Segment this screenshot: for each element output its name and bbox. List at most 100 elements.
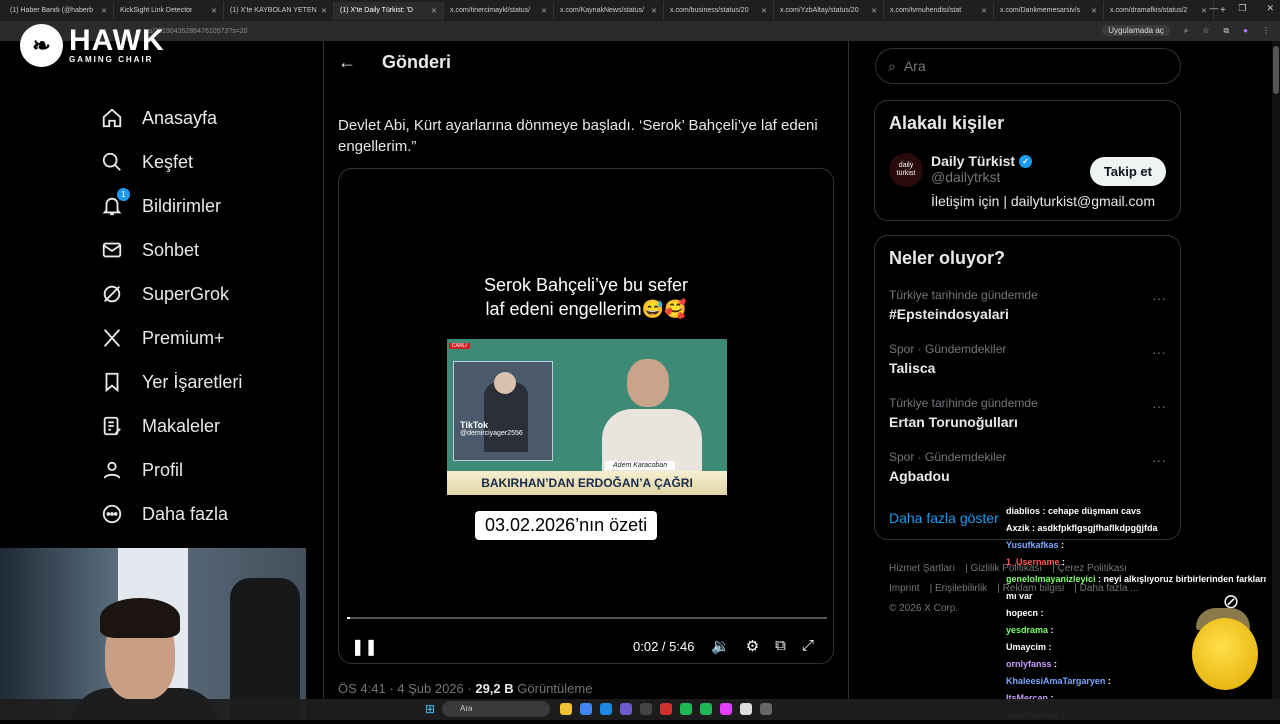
obs-icon[interactable]: [740, 703, 752, 715]
video-progress[interactable]: [347, 617, 827, 619]
close-icon[interactable]: ✕: [1201, 7, 1207, 15]
person-name[interactable]: Daily Türkist: [931, 153, 1015, 169]
chat-username[interactable]: genelolmayanizleyici: [1006, 574, 1096, 584]
taskbar-search[interactable]: Ara: [442, 701, 550, 717]
chat-username[interactable]: KhaleesiAmaTargaryen: [1006, 676, 1105, 686]
browser-tab-active[interactable]: (1) X'te Daily Türkist: 'D ✕: [334, 1, 444, 20]
address-bar[interactable]: us/2019043528647610573?s=20 Uygulamada a…: [0, 21, 1280, 41]
nav-supergrok[interactable]: SuperGrok: [100, 272, 242, 316]
nav-premium[interactable]: Premium+: [100, 316, 242, 360]
close-icon[interactable]: ✕: [981, 7, 987, 15]
browser-tab[interactable]: x.com/business/status/20 ✕: [664, 1, 774, 20]
chat-message: Axzik : asdkfpkflgsgjfhaflkdpgğjfda: [1006, 523, 1158, 533]
nav-bookmarks[interactable]: Yer İşaretleri: [100, 360, 242, 404]
picture-in-picture-icon[interactable]: ⧉: [775, 637, 786, 655]
chat-username[interactable]: 1_Username: [1006, 557, 1060, 567]
scrollbar-thumb[interactable]: [1273, 46, 1279, 94]
search-input[interactable]: ⌕ Ara: [875, 48, 1181, 84]
close-icon[interactable]: ✕: [101, 7, 107, 15]
views-label: Görüntüleme: [517, 681, 593, 696]
open-in-app-button[interactable]: Uygulamada aç: [1102, 25, 1170, 36]
chrome-icon[interactable]: [580, 703, 592, 715]
close-icon[interactable]: ✕: [1091, 7, 1097, 15]
profile-icon[interactable]: ●: [1243, 26, 1248, 35]
nav-articles[interactable]: Makaleler: [100, 404, 242, 448]
chat-username[interactable]: hopecn: [1006, 608, 1038, 618]
maximize-icon[interactable]: ❐: [1238, 3, 1246, 14]
chat-username[interactable]: Umaycim: [1006, 642, 1046, 652]
more-options-icon[interactable]: ···: [1152, 398, 1166, 414]
follow-button[interactable]: Takip et: [1089, 157, 1166, 186]
app-icon[interactable]: [720, 703, 732, 715]
video-player[interactable]: Serok Bahçeli’ye bu sefer laf edeni enge…: [338, 168, 834, 664]
windows-start-icon[interactable]: ⊞: [425, 702, 435, 716]
scrollbar[interactable]: [1272, 41, 1280, 699]
chat-username[interactable]: yesdrama: [1006, 625, 1048, 635]
whatsapp-icon[interactable]: [700, 703, 712, 715]
browser-tab[interactable]: x.com/tvmuhendisi/stat ✕: [884, 1, 994, 20]
back-arrow-icon[interactable]: ←: [338, 52, 356, 73]
tab-label: x.com/KaynakNews/status/: [560, 7, 645, 14]
chat-username[interactable]: Axzik: [1006, 523, 1030, 533]
chat-username[interactable]: diablios: [1006, 506, 1040, 516]
close-window-icon[interactable]: ✕: [1266, 3, 1274, 14]
live-tag: CANLI: [449, 343, 470, 349]
tab-label: x.com/tinercimaykl/status/: [450, 7, 531, 14]
browser-tab[interactable]: x.com/dramafkis/status/2 ✕: [1104, 1, 1214, 20]
more-options-icon[interactable]: ···: [1152, 344, 1166, 360]
show-more-link[interactable]: Daha fazla göster: [889, 510, 999, 526]
logo-title: HAWK: [69, 24, 165, 57]
menu-icon[interactable]: ⋮: [1262, 26, 1270, 35]
browser-tab[interactable]: x.com/KaynakNews/status/ ✕: [554, 1, 664, 20]
more-options-icon[interactable]: ···: [1152, 290, 1166, 306]
nav-notifications[interactable]: 1 Bildirimler: [100, 184, 242, 228]
nav-messages[interactable]: Sohbet: [100, 228, 242, 272]
browser-tab[interactable]: KickSight Link Detector ✕: [114, 1, 224, 20]
nav-explore[interactable]: Keşfet: [100, 140, 242, 184]
footer-link[interactable]: Erişilebilirlik: [935, 583, 987, 594]
extensions-icon[interactable]: ⧉: [1223, 26, 1229, 36]
nav-home[interactable]: Anasayfa: [100, 96, 242, 140]
trend-item[interactable]: Spor · Gündemdekiler Agbadou: [889, 450, 1006, 484]
avatar[interactable]: daily türkist: [889, 153, 923, 187]
spotify-icon[interactable]: [680, 703, 692, 715]
trend-item[interactable]: Türkiye tarihinde gündemde Ertan Torunoğu…: [889, 396, 1038, 430]
app-icon[interactable]: [640, 703, 652, 715]
fullscreen-icon[interactable]: ⤢: [802, 637, 814, 655]
file-explorer-icon[interactable]: [560, 703, 572, 715]
footer-link[interactable]: Hizmet Şartları: [889, 563, 955, 574]
post-text: Devlet Abi, Kürt ayarlarına dönmeye başl…: [338, 117, 818, 155]
close-icon[interactable]: ✕: [431, 7, 437, 15]
star-icon[interactable]: ☆: [1202, 26, 1209, 35]
browser-tab[interactable]: (1) Haber Bandı (@haberb ✕: [4, 1, 114, 20]
chat-username[interactable]: ornlyfanss: [1006, 659, 1052, 669]
trend-item[interactable]: Türkiye tarihinde gündemde #Epsteindosyal…: [889, 288, 1038, 322]
close-icon[interactable]: ✕: [871, 7, 877, 15]
settings-icon[interactable]: ⚙: [746, 637, 759, 655]
browser-tab[interactable]: x.com/Dankmemesarsiv/s ✕: [994, 1, 1104, 20]
volume-icon[interactable]: 🔉: [711, 637, 730, 655]
discord-icon[interactable]: [620, 703, 632, 715]
close-icon[interactable]: ✕: [761, 7, 767, 15]
minimize-icon[interactable]: —: [1209, 3, 1218, 14]
close-icon[interactable]: ✕: [651, 7, 657, 15]
nav-profile[interactable]: Profil: [100, 448, 242, 492]
app-icon[interactable]: [660, 703, 672, 715]
app-icon[interactable]: [760, 703, 772, 715]
zoom-icon[interactable]: ⌕: [1184, 26, 1188, 36]
pause-icon[interactable]: ❚❚: [351, 637, 378, 657]
close-icon[interactable]: ✕: [541, 7, 547, 15]
nav-label: Anasayfa: [142, 107, 218, 128]
close-icon[interactable]: ✕: [321, 7, 327, 15]
nav-more[interactable]: Daha fazla: [100, 492, 242, 536]
chat-username[interactable]: Yusufkafkas: [1006, 540, 1059, 550]
browser-tab[interactable]: x.com/YzbAltay/status/20 ✕: [774, 1, 884, 20]
edge-icon[interactable]: [600, 703, 612, 715]
related-person[interactable]: daily türkist Daily Türkist ✓ @dailytrkst: [889, 153, 1033, 187]
more-options-icon[interactable]: ···: [1152, 452, 1166, 468]
close-icon[interactable]: ✕: [211, 7, 217, 15]
footer-link[interactable]: Imprint: [889, 583, 920, 594]
trend-item[interactable]: Spor · Gündemdekiler Talisca: [889, 342, 1006, 376]
browser-tab[interactable]: (1) X'te KAYBOLAN YETEN ✕: [224, 1, 334, 20]
browser-tab[interactable]: x.com/tinercimaykl/status/ ✕: [444, 1, 554, 20]
